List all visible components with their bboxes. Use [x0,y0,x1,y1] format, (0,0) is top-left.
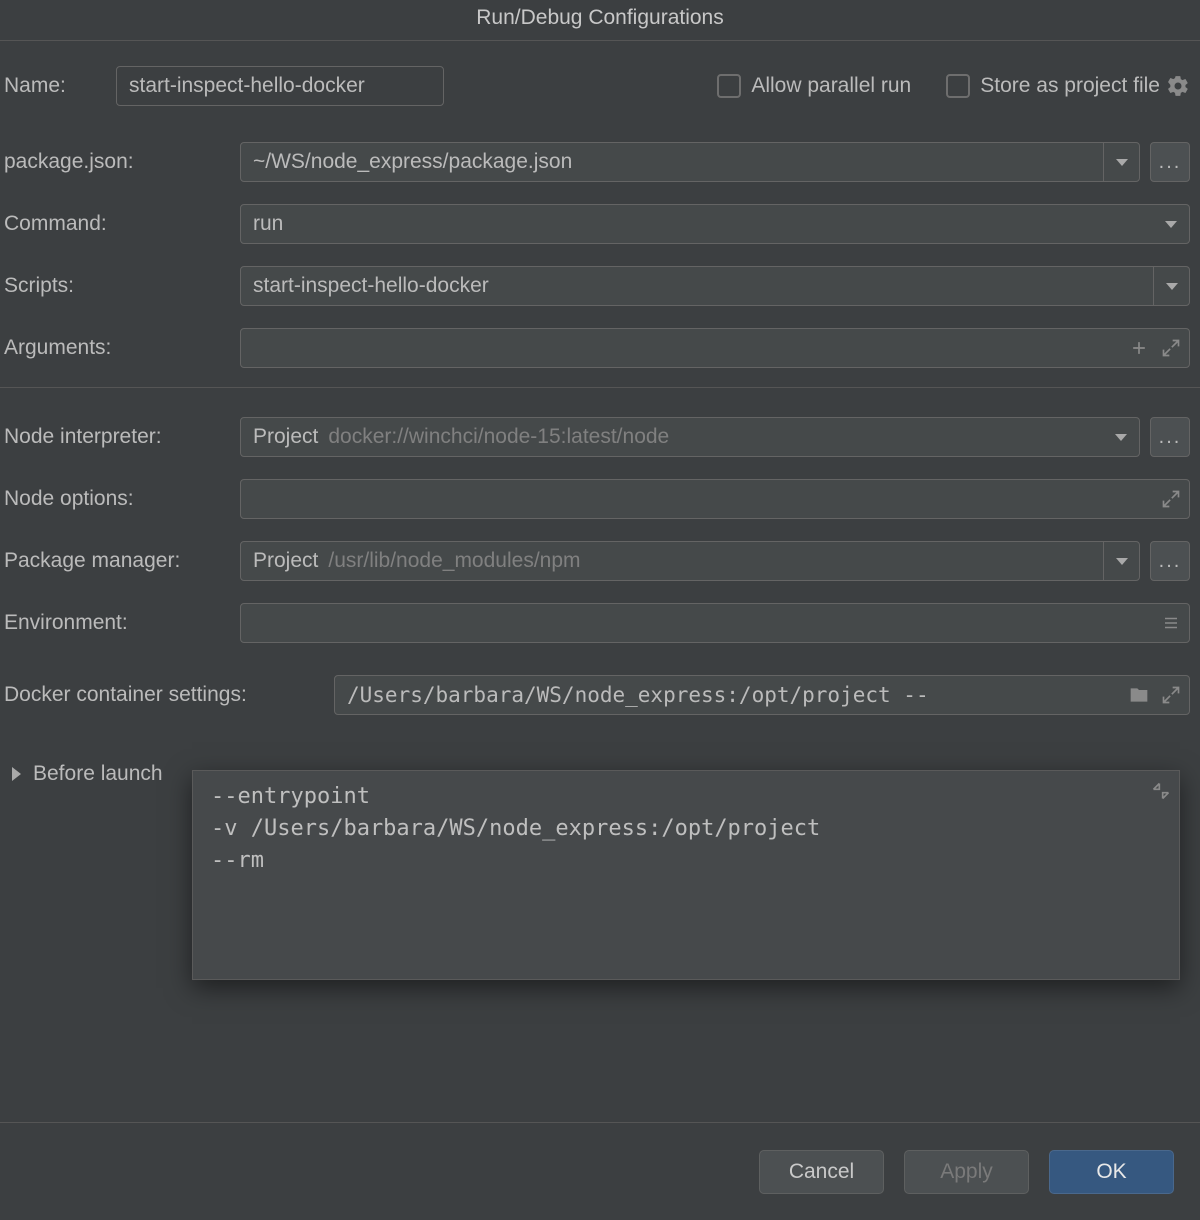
name-input[interactable]: start-inspect-hello-docker [116,66,444,106]
scripts-row: Scripts: start-inspect-hello-docker [0,255,1200,317]
arguments-label: Arguments: [4,336,240,360]
cancel-button[interactable]: Cancel [759,1150,884,1194]
expand-icon[interactable] [1161,489,1181,509]
environment-row: Environment: [0,592,1200,654]
store-as-project-checkbox[interactable]: Store as project file [946,74,1160,98]
node-options-input[interactable] [240,479,1190,519]
node-interpreter-row: Node interpreter: Project docker://winch… [0,406,1200,468]
plus-icon[interactable] [1129,338,1149,358]
package-manager-prefix: Project [253,549,318,573]
docker-settings-popup: --entrypoint -v /Users/barbara/WS/node_e… [192,770,1180,980]
dialog-button-bar: Cancel Apply OK [0,1122,1200,1220]
command-dropdown[interactable]: run [240,204,1190,244]
chevron-down-icon[interactable] [1103,418,1139,456]
dialog-title: Run/Debug Configurations [0,0,1200,41]
arguments-input[interactable] [240,328,1190,368]
scripts-value: start-inspect-hello-docker [253,274,489,298]
triangle-right-icon [12,767,21,781]
package-json-row: package.json: ~/WS/node_express/package.… [0,131,1200,193]
node-options-row: Node options: [0,468,1200,530]
checkbox-icon [946,74,970,98]
allow-parallel-checkbox[interactable]: Allow parallel run [717,74,911,98]
package-manager-row: Package manager: Project /usr/lib/node_m… [0,530,1200,592]
command-row: Command: run [0,193,1200,255]
checkbox-icon [717,74,741,98]
name-input-text: start-inspect-hello-docker [129,74,365,98]
docker-settings-label: Docker container settings: [4,683,334,707]
ok-button[interactable]: OK [1049,1150,1174,1194]
node-interpreter-label: Node interpreter: [4,425,240,449]
allow-parallel-label: Allow parallel run [751,74,911,98]
store-as-project-label: Store as project file [980,74,1160,98]
node-interpreter-prefix: Project [253,425,318,449]
command-value: run [253,212,283,236]
scripts-dropdown[interactable]: start-inspect-hello-docker [240,266,1190,306]
before-launch-label: Before launch [33,762,163,786]
environment-label: Environment: [4,611,240,635]
browse-button[interactable]: ... [1150,417,1190,457]
package-manager-hint: /usr/lib/node_modules/npm [328,549,580,573]
gear-icon[interactable] [1166,74,1190,98]
expand-icon[interactable] [1161,338,1181,358]
chevron-down-icon[interactable] [1103,143,1139,181]
docker-settings-input[interactable]: /Users/barbara/WS/node_express:/opt/proj… [334,675,1190,715]
docker-settings-row: Docker container settings: /Users/barbar… [0,664,1200,726]
package-json-value: ~/WS/node_express/package.json [253,150,572,174]
folder-icon[interactable] [1129,685,1149,705]
browse-button[interactable]: ... [1150,541,1190,581]
node-options-label: Node options: [4,487,240,511]
node-interpreter-dropdown[interactable]: Project docker://winchci/node-15:latest/… [240,417,1140,457]
package-json-dropdown[interactable]: ~/WS/node_express/package.json [240,142,1140,182]
chevron-down-icon[interactable] [1153,205,1189,243]
scripts-label: Scripts: [4,274,240,298]
package-manager-dropdown[interactable]: Project /usr/lib/node_modules/npm [240,541,1140,581]
name-row: Name: start-inspect-hello-docker Allow p… [0,41,1200,131]
package-manager-label: Package manager: [4,549,240,573]
list-icon[interactable] [1161,613,1181,633]
expand-icon[interactable] [1161,685,1181,705]
docker-popup-text: --entrypoint -v /Users/barbara/WS/node_e… [211,784,820,873]
docker-settings-value: /Users/barbara/WS/node_express:/opt/proj… [347,683,929,707]
environment-input[interactable] [240,603,1190,643]
name-label: Name: [4,74,116,98]
package-json-label: package.json: [4,150,240,174]
chevron-down-icon[interactable] [1103,542,1139,580]
node-interpreter-hint: docker://winchci/node-15:latest/node [328,425,669,449]
collapse-icon[interactable] [1151,779,1171,799]
apply-button[interactable]: Apply [904,1150,1029,1194]
command-label: Command: [4,212,240,236]
arguments-row: Arguments: [0,317,1200,379]
browse-button[interactable]: ... [1150,142,1190,182]
chevron-down-icon[interactable] [1153,267,1189,305]
section-divider [0,387,1200,388]
